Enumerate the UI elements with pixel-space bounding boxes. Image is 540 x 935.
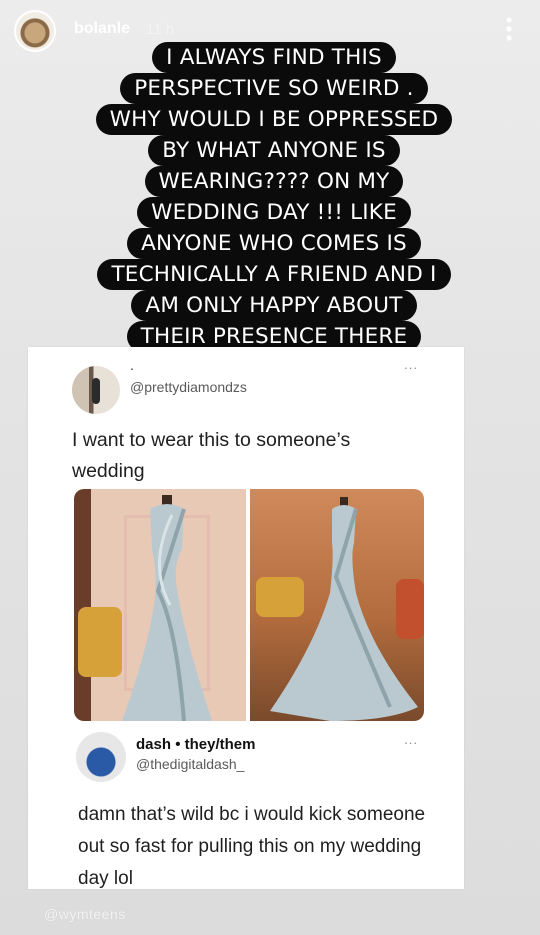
tweet-text: I want to wear this to someone’s wedding: [72, 429, 351, 482]
caption-line: WEDDING DAY !!! LIKE: [137, 197, 411, 228]
story-caption: I ALWAYS FIND THIS PERSPECTIVE SO WEIRD …: [84, 42, 464, 352]
caption-line: BY WHAT ANYONE IS: [148, 135, 400, 166]
reply-avatar: [76, 732, 126, 782]
tweet-avatar: [72, 366, 120, 414]
caption-line: ANYONE WHO COMES IS: [127, 228, 421, 259]
reply-name: dash: [136, 736, 172, 753]
watermark: @wymteens: [44, 906, 126, 922]
tweet-screenshot-card: . @prettydiamondzs ... I want to wear th…: [28, 347, 464, 889]
caption-line: TECHNICALLY A FRIEND AND I: [97, 259, 451, 290]
caption-line: WHY WOULD I BE OPPRESSED: [95, 104, 453, 135]
reply-pronouns: they/them: [184, 736, 256, 753]
caption-line: I ALWAYS FIND THIS: [152, 42, 396, 73]
reply-menu-icon: ...: [404, 732, 418, 747]
story-timestamp: 11 h: [146, 21, 175, 38]
dress-photo-right: [250, 489, 424, 721]
reply-text: damn that’s wild bc i would kick someone…: [78, 804, 426, 889]
caption-line: PERSPECTIVE SO WEIRD .: [120, 73, 428, 104]
tweet-media: [74, 489, 424, 721]
reply-display-name: dash • they/them: [136, 736, 255, 753]
dress-photo-left: [74, 489, 246, 721]
tweet-display-name: .: [130, 357, 134, 373]
tweet-handle: @prettydiamondzs: [130, 379, 247, 395]
story-username[interactable]: bolanle: [74, 20, 130, 38]
more-options-icon[interactable]: [503, 16, 515, 42]
caption-line: WEARING???? ON MY: [144, 166, 404, 197]
avatar[interactable]: [14, 10, 56, 52]
tweet-menu-icon: ...: [404, 357, 418, 372]
gown-illustration-left: [122, 495, 212, 721]
gown-illustration-right: [270, 497, 418, 721]
caption-line: AM ONLY HAPPY ABOUT: [131, 290, 417, 321]
reply-separator: •: [175, 736, 181, 753]
reply-handle: @thedigitaldash_: [136, 756, 245, 772]
